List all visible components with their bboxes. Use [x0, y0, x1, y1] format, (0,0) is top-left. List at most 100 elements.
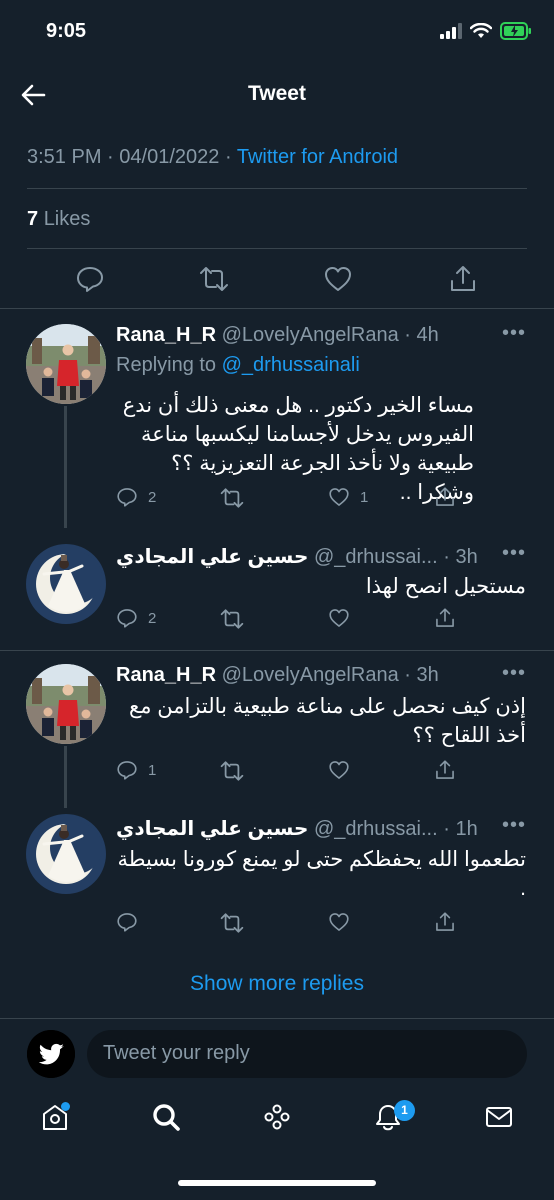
share-button[interactable] — [434, 607, 456, 629]
tweet-action-bar — [0, 262, 554, 298]
share-icon[interactable] — [448, 264, 478, 294]
reply-action-bar — [116, 911, 516, 937]
more-options-icon[interactable]: ••• — [502, 322, 526, 345]
thread-line — [64, 406, 67, 528]
tweet-meta: 3:51 PM · 04/01/2022 · Twitter for Andro… — [27, 146, 398, 169]
notifications-badge: 1 — [394, 1100, 415, 1121]
like-button[interactable] — [328, 759, 360, 781]
status-icons — [440, 22, 532, 40]
more-options-icon[interactable]: ••• — [502, 542, 526, 565]
battery-icon — [500, 22, 531, 40]
reply-count: 1 — [148, 761, 157, 779]
reply-time: · 4h — [404, 324, 439, 346]
reply-action-bar: 1 — [116, 759, 516, 785]
divider — [0, 308, 554, 309]
reply-header: Rana_H_R @LovelyAngelRana · 4h — [116, 324, 439, 347]
likes-label: Likes — [43, 208, 91, 230]
divider — [0, 650, 554, 651]
like-icon — [329, 488, 349, 506]
reply-button[interactable] — [116, 911, 148, 933]
author-name[interactable]: Rana_H_R — [116, 664, 216, 686]
retweet-icon — [220, 609, 244, 629]
share-icon — [436, 912, 454, 931]
status-time: 9:05 — [46, 20, 87, 42]
like-icon — [329, 761, 349, 779]
retweet-icon[interactable] — [199, 264, 229, 294]
author-handle[interactable]: @_drhussai... — [314, 818, 438, 840]
reply-button[interactable]: 2 — [116, 486, 156, 508]
replying-label: Replying to — [116, 354, 217, 376]
author-name[interactable]: حسين علي المجادي — [116, 546, 308, 568]
author-handle[interactable]: @_drhussai... — [314, 546, 438, 568]
like-icon[interactable] — [323, 264, 353, 294]
reply-text: إذن كيف نحصل على مناعة طبيعية بالتزامن م… — [129, 695, 526, 747]
retweet-button[interactable] — [220, 607, 254, 631]
author-name[interactable]: Rana_H_R — [116, 324, 216, 346]
retweet-icon — [220, 488, 244, 508]
share-button[interactable] — [434, 759, 456, 781]
share-button[interactable] — [434, 486, 456, 508]
reply-time: · 3h — [443, 546, 478, 568]
spaces-icon[interactable] — [262, 1102, 292, 1132]
like-icon — [329, 609, 349, 627]
reply-count: 2 — [148, 609, 157, 627]
search-icon[interactable] — [151, 1102, 181, 1132]
reply-count: 2 — [148, 488, 157, 506]
meta-separator: · — [107, 146, 114, 168]
author-handle[interactable]: @LovelyAngelRana — [222, 664, 399, 686]
avatar[interactable] — [26, 544, 106, 624]
meta-separator: · — [224, 146, 232, 168]
reply-time: · 3h — [404, 664, 439, 686]
reply-input[interactable]: Tweet your reply — [87, 1030, 527, 1078]
reply-button[interactable]: 2 — [116, 607, 156, 629]
likes-count[interactable]: 7 Likes — [27, 208, 90, 231]
share-icon — [436, 760, 454, 779]
divider — [27, 248, 527, 249]
reply-header: Rana_H_R @LovelyAngelRana · 3h — [116, 664, 439, 687]
page-title: Tweet — [248, 82, 306, 105]
home-notification-dot — [61, 1102, 70, 1111]
wifi-icon — [470, 23, 492, 38]
like-button[interactable] — [328, 607, 360, 629]
bottom-navigation: 1 — [0, 1096, 554, 1156]
reply-icon — [117, 913, 137, 932]
share-button[interactable] — [434, 911, 456, 933]
like-button[interactable] — [328, 911, 360, 933]
reply-button[interactable]: 1 — [116, 759, 156, 781]
retweet-icon — [220, 761, 244, 781]
reply-header: حسين علي المجادي @_drhussai... · 1h — [116, 816, 478, 841]
home-indicator — [178, 1180, 376, 1186]
reply-icon — [117, 761, 137, 780]
tweet-source-link[interactable]: Twitter for Android — [237, 146, 398, 168]
author-handle[interactable]: @LovelyAngelRana — [222, 324, 399, 346]
like-count: 1 — [360, 488, 369, 506]
author-name[interactable]: حسين علي المجادي — [116, 818, 308, 840]
reply-header: حسين علي المجادي @_drhussai... · 3h — [116, 544, 478, 569]
reply-icon — [117, 488, 137, 507]
replying-handle-link[interactable]: @_drhussainali — [222, 354, 360, 376]
reply-action-bar: 2 — [116, 607, 516, 633]
reply-time: · 1h — [443, 818, 478, 840]
retweet-button[interactable] — [220, 911, 254, 935]
share-icon — [436, 487, 454, 506]
more-options-icon[interactable]: ••• — [502, 662, 526, 685]
my-avatar[interactable] — [27, 1030, 75, 1078]
thread-line — [64, 746, 67, 808]
likes-number: 7 — [27, 208, 39, 230]
reply-icon[interactable] — [75, 264, 105, 294]
messages-envelope-icon[interactable] — [484, 1102, 514, 1132]
avatar[interactable] — [26, 324, 106, 404]
reply-icon — [117, 609, 137, 628]
retweet-button[interactable] — [220, 759, 254, 783]
tweet-time: 3:51 PM — [27, 146, 102, 168]
like-button[interactable]: 1 — [328, 486, 368, 508]
retweet-button[interactable] — [220, 486, 254, 510]
signal-icon — [440, 23, 462, 39]
avatar[interactable] — [26, 664, 106, 744]
divider — [0, 1018, 554, 1019]
reply-text: تطعموا الله يحفظكم حتى لو يمنع كورونا بس… — [117, 848, 526, 900]
more-options-icon[interactable]: ••• — [502, 814, 526, 837]
reply-text: مستحيل انصح لهذا — [365, 575, 526, 598]
show-more-replies-button[interactable]: Show more replies — [0, 972, 554, 996]
avatar[interactable] — [26, 814, 106, 894]
